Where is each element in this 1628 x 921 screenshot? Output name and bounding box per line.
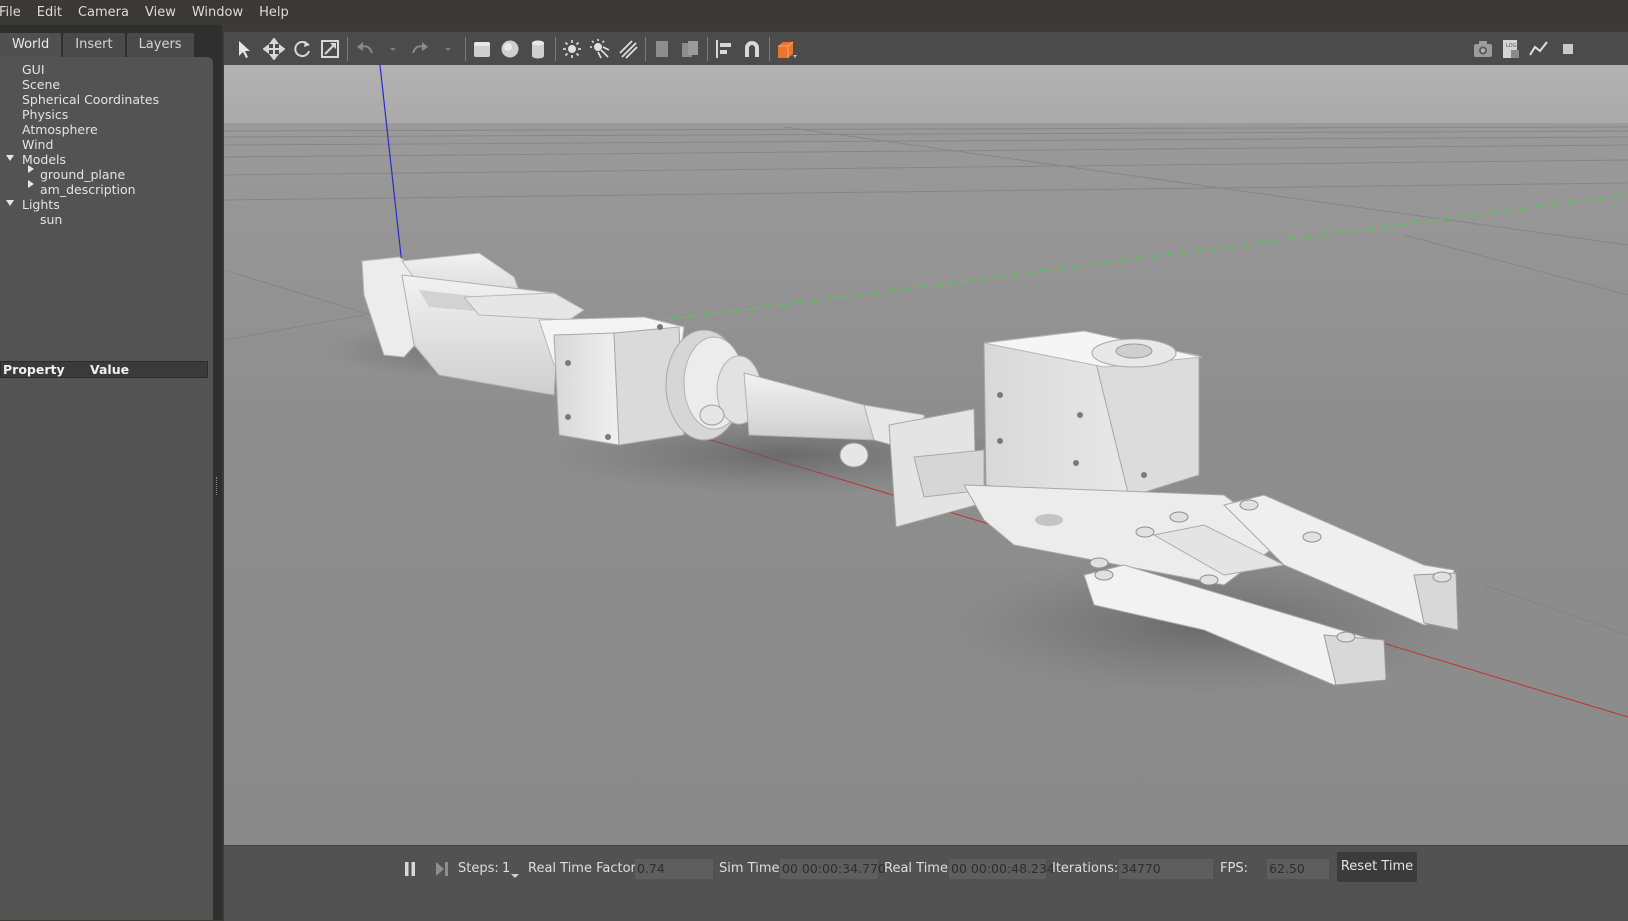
svg-text:LOG: LOG — [1506, 43, 1517, 49]
real-time-factor-field: 0.74 — [635, 859, 713, 879]
menu-bar: File Edit Camera View Window Help — [0, 0, 1628, 25]
tree-item-scene[interactable]: Scene — [22, 77, 60, 92]
directional-light-icon[interactable] — [617, 38, 639, 60]
tree-item-wind[interactable]: Wind — [22, 137, 53, 152]
plot-icon[interactable] — [1528, 38, 1550, 60]
redo-icon[interactable] — [409, 38, 431, 60]
steps-dropdown-icon[interactable] — [511, 868, 519, 878]
scene-render — [224, 65, 1628, 845]
tree-item-gui[interactable]: GUI — [22, 62, 45, 77]
property-column-header: Property — [3, 362, 65, 377]
expand-am-description-icon[interactable] — [28, 180, 34, 188]
sim-time-label: Sim Time: — [719, 861, 784, 876]
menu-camera[interactable]: Camera — [70, 0, 137, 25]
tree-item-lights[interactable]: Lights — [22, 197, 60, 212]
scale-icon[interactable] — [319, 38, 341, 60]
property-header: Property Value — [0, 361, 208, 378]
log-icon[interactable]: LOG — [1500, 38, 1522, 60]
tree-item-atmosphere[interactable]: Atmosphere — [22, 122, 98, 137]
3d-viewport[interactable] — [224, 65, 1628, 845]
expand-lights-icon[interactable] — [6, 200, 14, 206]
undo-dropdown-icon[interactable] — [382, 38, 396, 60]
tab-insert[interactable]: Insert — [63, 33, 125, 57]
sim-time-field: 00 00:00:34.770 — [780, 859, 886, 879]
translate-icon[interactable] — [263, 38, 285, 60]
tab-layers[interactable]: Layers — [126, 33, 194, 57]
cylinder-icon[interactable] — [527, 38, 549, 60]
tree-item-physics[interactable]: Physics — [22, 107, 68, 122]
real-time-field: 00 00:00:48.234 — [949, 859, 1055, 879]
view-angle-icon[interactable] — [775, 38, 797, 60]
value-column-header: Value — [90, 362, 130, 377]
rotate-icon[interactable] — [291, 38, 313, 60]
toolbar-separator — [347, 37, 348, 61]
steps-value[interactable]: 1 — [502, 860, 510, 878]
expand-models-icon[interactable] — [6, 155, 14, 161]
select-arrow-icon[interactable] — [234, 38, 256, 60]
toolbar-separator — [769, 37, 770, 61]
video-record-icon[interactable] — [1556, 38, 1573, 60]
sphere-icon[interactable] — [499, 38, 521, 60]
property-panel: Property Value — [0, 342, 213, 920]
toolbar-separator — [645, 37, 646, 61]
status-bar: Steps: 1 Real Time Factor: 0.74 Sim Time… — [224, 845, 1628, 921]
menu-view[interactable]: View — [137, 0, 184, 25]
toolbar-separator — [465, 37, 466, 61]
tree-item-am-description[interactable]: am_description — [40, 182, 136, 197]
sky — [224, 65, 1628, 127]
toolbar-separator — [707, 37, 708, 61]
undo-icon[interactable] — [354, 38, 376, 60]
fps-label: FPS: — [1220, 861, 1248, 876]
iterations-field: 34770 — [1119, 859, 1213, 879]
snap-magnet-icon[interactable] — [741, 38, 763, 60]
copy-icon[interactable] — [651, 38, 673, 60]
pause-icon[interactable] — [404, 861, 416, 877]
tree-item-spherical-coordinates[interactable]: Spherical Coordinates — [22, 92, 159, 107]
point-light-icon[interactable] — [561, 38, 583, 60]
real-time-label: Real Time: — [884, 861, 953, 876]
world-tree: GUI Scene Spherical Coordinates Physics … — [0, 57, 213, 369]
tab-world[interactable]: World — [0, 33, 62, 57]
box-icon[interactable] — [471, 38, 493, 60]
menu-edit[interactable]: Edit — [29, 0, 70, 25]
menu-window[interactable]: Window — [184, 0, 251, 25]
menu-help[interactable]: Help — [251, 0, 297, 25]
step-forward-icon[interactable] — [435, 861, 449, 877]
steps-label: Steps: — [458, 861, 499, 876]
spot-light-icon[interactable] — [589, 38, 611, 60]
real-time-factor-label: Real Time Factor: — [528, 861, 641, 876]
redo-dropdown-icon[interactable] — [437, 38, 451, 60]
reset-time-button[interactable]: Reset Time — [1337, 852, 1417, 882]
tree-item-ground-plane[interactable]: ground_plane — [40, 167, 125, 182]
fps-field: 62.50 — [1267, 859, 1329, 879]
align-icon[interactable] — [713, 38, 735, 60]
tree-item-sun[interactable]: sun — [40, 212, 62, 227]
toolbar-separator — [555, 37, 556, 61]
iterations-label: Iterations: — [1052, 861, 1119, 876]
left-tabs: World Insert Layers — [0, 33, 196, 57]
toolbar: LOG — [224, 32, 1628, 66]
paste-icon[interactable] — [679, 38, 701, 60]
menu-file[interactable]: File — [0, 0, 29, 25]
screenshot-camera-icon[interactable] — [1472, 38, 1494, 60]
panel-resize-grip[interactable] — [216, 477, 219, 495]
expand-ground-plane-icon[interactable] — [28, 165, 34, 173]
left-panel: World Insert Layers GUI Scene Spherical … — [0, 25, 222, 920]
